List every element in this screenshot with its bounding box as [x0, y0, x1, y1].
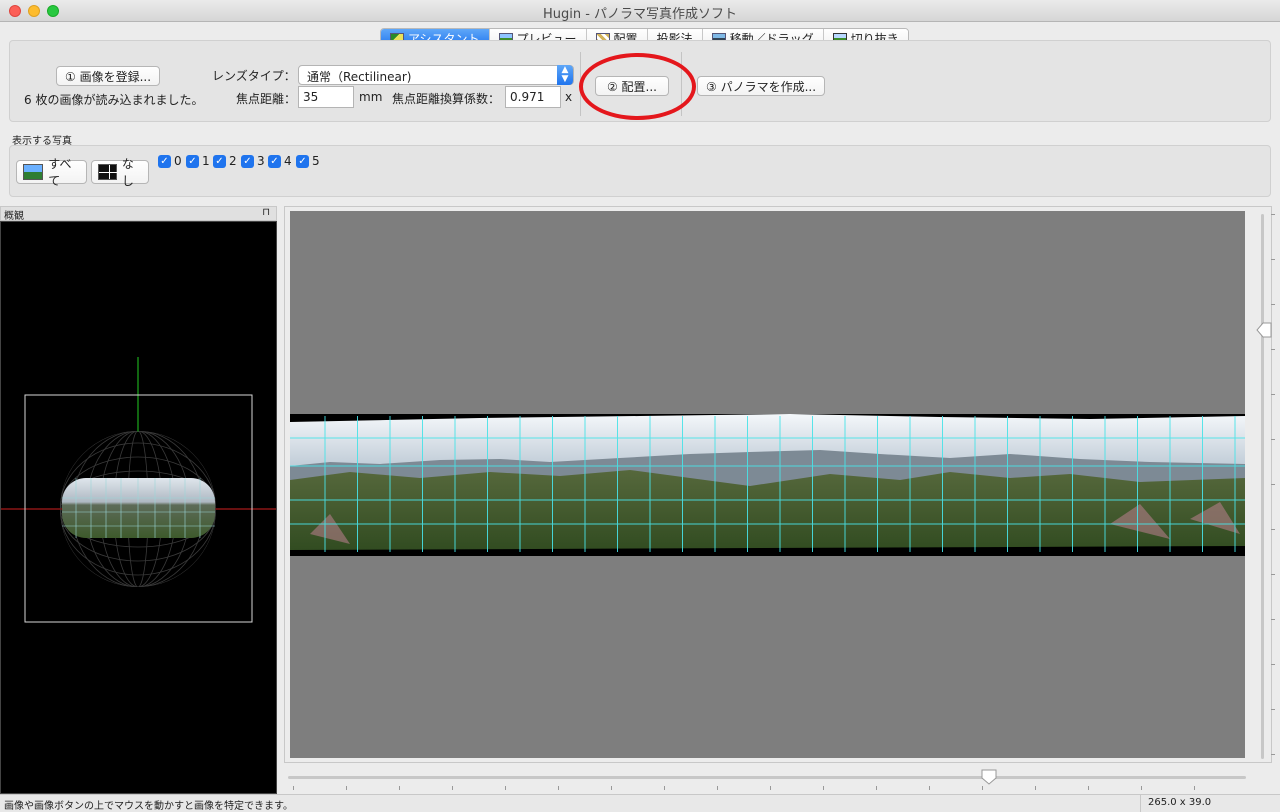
create-panorama-button[interactable]: ③ パノラマを作成... — [697, 76, 826, 96]
lens-type-value: 通常（Rectilinear) — [307, 70, 412, 84]
image-checkbox-label: 5 — [312, 154, 320, 168]
slider-tick — [1194, 786, 1195, 790]
image-checkbox-5[interactable]: ✓ 5 — [296, 154, 320, 168]
status-hint: 画像や画像ボタンの上でマウスを動かすと画像を特定できます。 — [4, 801, 293, 812]
status-divider — [1140, 795, 1141, 812]
slider-tick — [1271, 574, 1275, 575]
images-loaded-text: 6 枚の画像が読み込まれました。 — [24, 93, 204, 107]
slider-tick — [1271, 484, 1275, 485]
show-all-label: すべて — [48, 157, 72, 188]
slider-tick — [1035, 786, 1036, 790]
slider-tick — [1271, 214, 1275, 215]
slider-tick — [1271, 709, 1275, 710]
slider-tick — [1141, 786, 1142, 790]
highlight-circle — [579, 53, 696, 120]
slider-tick — [717, 786, 718, 790]
show-none-label: なし — [121, 157, 134, 188]
image-checkbox-label: 3 — [257, 154, 265, 168]
overview-sphere-view — [1, 357, 276, 623]
overview-canvas[interactable] — [0, 221, 277, 794]
image-checkbox-label: 1 — [202, 154, 210, 168]
no-images-icon — [98, 164, 119, 180]
title-bar: Hugin - パノラマ写真作成ソフト — [0, 0, 1280, 22]
checkmark-icon: ✓ — [268, 154, 281, 168]
slider-tick — [1271, 529, 1275, 530]
slider-tick — [1271, 259, 1275, 260]
checkmark-icon: ✓ — [296, 154, 309, 168]
slider-tick — [1271, 754, 1275, 755]
image-checkbox-label: 0 — [174, 154, 182, 168]
slider-tick — [929, 786, 930, 790]
status-fov: 265.0 x 39.0 — [1148, 797, 1212, 808]
vertical-fov-slider-track — [1261, 214, 1264, 759]
image-checkbox-1[interactable]: ✓ 1 — [186, 154, 210, 168]
window-title: Hugin - パノラマ写真作成ソフト — [542, 7, 738, 22]
image-checkbox-4[interactable]: ✓ 4 — [268, 154, 292, 168]
select-arrows-icon: ▲ ▼ — [557, 65, 573, 85]
crop-factor-input[interactable]: 0.971 — [505, 86, 561, 108]
slider-tick — [505, 786, 506, 790]
slider-tick — [1271, 349, 1275, 350]
show-all-button[interactable]: すべて — [16, 157, 87, 188]
focal-length-unit: mm — [359, 90, 383, 104]
slider-tick — [1271, 619, 1275, 620]
slider-tick — [558, 786, 559, 790]
slider-tick — [346, 786, 347, 790]
slider-tick — [1088, 786, 1089, 790]
lens-type-select[interactable]: 通常（Rectilinear) ▲ ▼ — [298, 65, 574, 85]
slider-tick — [664, 786, 665, 790]
slider-tick — [823, 786, 824, 790]
slider-tick — [982, 786, 983, 790]
slider-tick — [399, 786, 400, 790]
display-images-group — [9, 145, 1271, 197]
checkmark-icon: ✓ — [241, 154, 254, 168]
slider-tick — [876, 786, 877, 790]
slider-tick — [1271, 664, 1275, 665]
horizontal-fov-slider-track — [288, 776, 1246, 779]
pin-icon[interactable]: ⊓ — [262, 207, 270, 218]
show-none-button[interactable]: なし — [91, 157, 149, 188]
slider-tick — [293, 786, 294, 790]
lens-type-label: レンズタイプ： — [212, 69, 296, 83]
image-checkbox-2[interactable]: ✓ 2 — [213, 154, 237, 168]
all-images-icon — [23, 164, 44, 180]
slider-tick — [452, 786, 453, 790]
slider-tick — [770, 786, 771, 790]
focal-length-input[interactable]: 35 — [298, 86, 354, 108]
crop-factor-label: 焦点距離換算係数： — [392, 92, 501, 106]
checkmark-icon: ✓ — [186, 154, 199, 168]
slider-tick — [1271, 439, 1275, 440]
panorama-preview — [290, 414, 1245, 556]
vertical-fov-slider[interactable] — [1256, 322, 1272, 338]
image-checkbox-label: 4 — [284, 154, 292, 168]
crop-factor-unit: x — [565, 90, 573, 104]
status-bar: 画像や画像ボタンの上でマウスを動かすと画像を特定できます。 265.0 x 39… — [0, 794, 1280, 812]
load-images-button[interactable]: ① 画像を登録... — [56, 66, 161, 86]
image-checkbox-3[interactable]: ✓ 3 — [241, 154, 265, 168]
overview-header: 概観 ⊓ — [0, 206, 277, 222]
horizontal-fov-slider[interactable] — [981, 769, 997, 785]
slider-tick — [611, 786, 612, 790]
panorama-image[interactable] — [290, 414, 1245, 556]
checkmark-icon: ✓ — [158, 154, 171, 168]
image-checkbox-label: 2 — [229, 154, 237, 168]
checkmark-icon: ✓ — [213, 154, 226, 168]
focal-length-label: 焦点距離： — [236, 92, 297, 106]
slider-tick — [1271, 304, 1275, 305]
slider-tick — [1271, 394, 1275, 395]
image-checkbox-0[interactable]: ✓ 0 — [158, 154, 182, 168]
